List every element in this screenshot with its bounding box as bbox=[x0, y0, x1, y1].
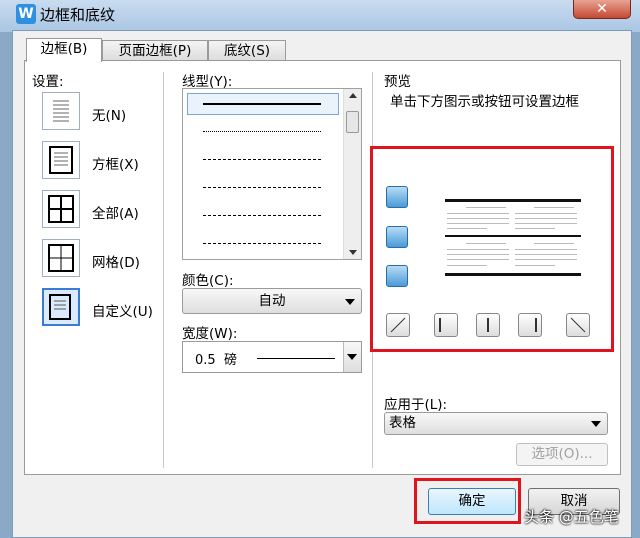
window-title: 边框和底纹 bbox=[40, 4, 115, 25]
inside-horizontal-border-button[interactable] bbox=[386, 226, 408, 248]
color-label: 颜色(C): bbox=[182, 269, 234, 289]
inside-vertical-border-button[interactable] bbox=[476, 313, 500, 337]
tab-page-borders[interactable]: 页面边框(P) bbox=[102, 40, 208, 61]
divider bbox=[163, 72, 164, 468]
options-button[interactable]: 选项(O)... bbox=[516, 443, 608, 466]
chevron-down-icon bbox=[345, 299, 355, 305]
width-label: 宽度(W): bbox=[182, 322, 237, 342]
line-style-dash-dot[interactable] bbox=[203, 215, 321, 216]
preview-label: 预览 bbox=[384, 70, 411, 90]
setting-custom-label[interactable]: 自定义(U) bbox=[92, 300, 153, 320]
setting-box-icon[interactable] bbox=[42, 141, 80, 179]
right-border-button[interactable] bbox=[518, 313, 542, 337]
setting-all-icon[interactable] bbox=[42, 190, 80, 228]
diagonal-down-border-button[interactable] bbox=[566, 313, 590, 337]
top-border-button[interactable] bbox=[386, 186, 408, 208]
setting-grid-label[interactable]: 网格(D) bbox=[92, 251, 140, 271]
apply-to-dropdown[interactable]: 表格 bbox=[384, 412, 608, 435]
border-preview[interactable] bbox=[440, 195, 586, 280]
line-style-label: 线型(Y): bbox=[182, 70, 232, 90]
line-style-dashed[interactable] bbox=[203, 159, 321, 160]
scroll-down-icon[interactable] bbox=[349, 250, 357, 255]
setting-all-label[interactable]: 全部(A) bbox=[92, 202, 139, 222]
preview-hint: 单击下方图示或按钮可设置边框 bbox=[390, 90, 579, 110]
line-style-dash-small[interactable] bbox=[203, 187, 321, 188]
scroll-up-icon[interactable] bbox=[349, 93, 357, 98]
color-value: 自动 bbox=[259, 293, 286, 309]
left-border-button[interactable] bbox=[434, 313, 458, 337]
line-style-solid[interactable] bbox=[203, 103, 321, 105]
line-style-list[interactable] bbox=[182, 88, 362, 260]
chevron-down-icon bbox=[591, 421, 601, 427]
tab-borders[interactable]: 边框(B) bbox=[26, 38, 102, 62]
setting-custom-icon[interactable] bbox=[42, 288, 80, 326]
line-style-dash-dot-dot[interactable] bbox=[203, 243, 321, 244]
watermark: 头条 @五色笔 bbox=[524, 506, 619, 527]
setting-box-label[interactable]: 方框(X) bbox=[92, 153, 139, 173]
bottom-border-button[interactable] bbox=[386, 265, 408, 287]
diagonal-up-border-button[interactable] bbox=[386, 313, 410, 337]
wps-app-icon: W bbox=[16, 4, 36, 24]
line-style-dotted[interactable] bbox=[203, 131, 321, 132]
apply-to-value: 表格 bbox=[389, 415, 416, 431]
settings-label: 设置: bbox=[32, 70, 64, 90]
setting-grid-icon[interactable] bbox=[42, 239, 80, 277]
color-dropdown[interactable]: 自动 bbox=[182, 288, 362, 314]
width-value: 0.5 磅 bbox=[195, 349, 237, 368]
scrollbar[interactable] bbox=[343, 89, 361, 259]
scroll-thumb[interactable] bbox=[346, 111, 359, 133]
tab-shading[interactable]: 底纹(S) bbox=[208, 40, 286, 61]
setting-none-icon[interactable] bbox=[42, 92, 80, 130]
apply-to-label: 应用于(L): bbox=[384, 393, 447, 413]
close-button[interactable]: ✕ bbox=[573, 0, 631, 19]
ok-button[interactable]: 确定 bbox=[428, 488, 516, 515]
setting-none-label[interactable]: 无(N) bbox=[92, 104, 126, 124]
width-dropdown[interactable]: 0.5 磅 bbox=[182, 341, 362, 373]
chevron-down-icon bbox=[347, 354, 357, 360]
